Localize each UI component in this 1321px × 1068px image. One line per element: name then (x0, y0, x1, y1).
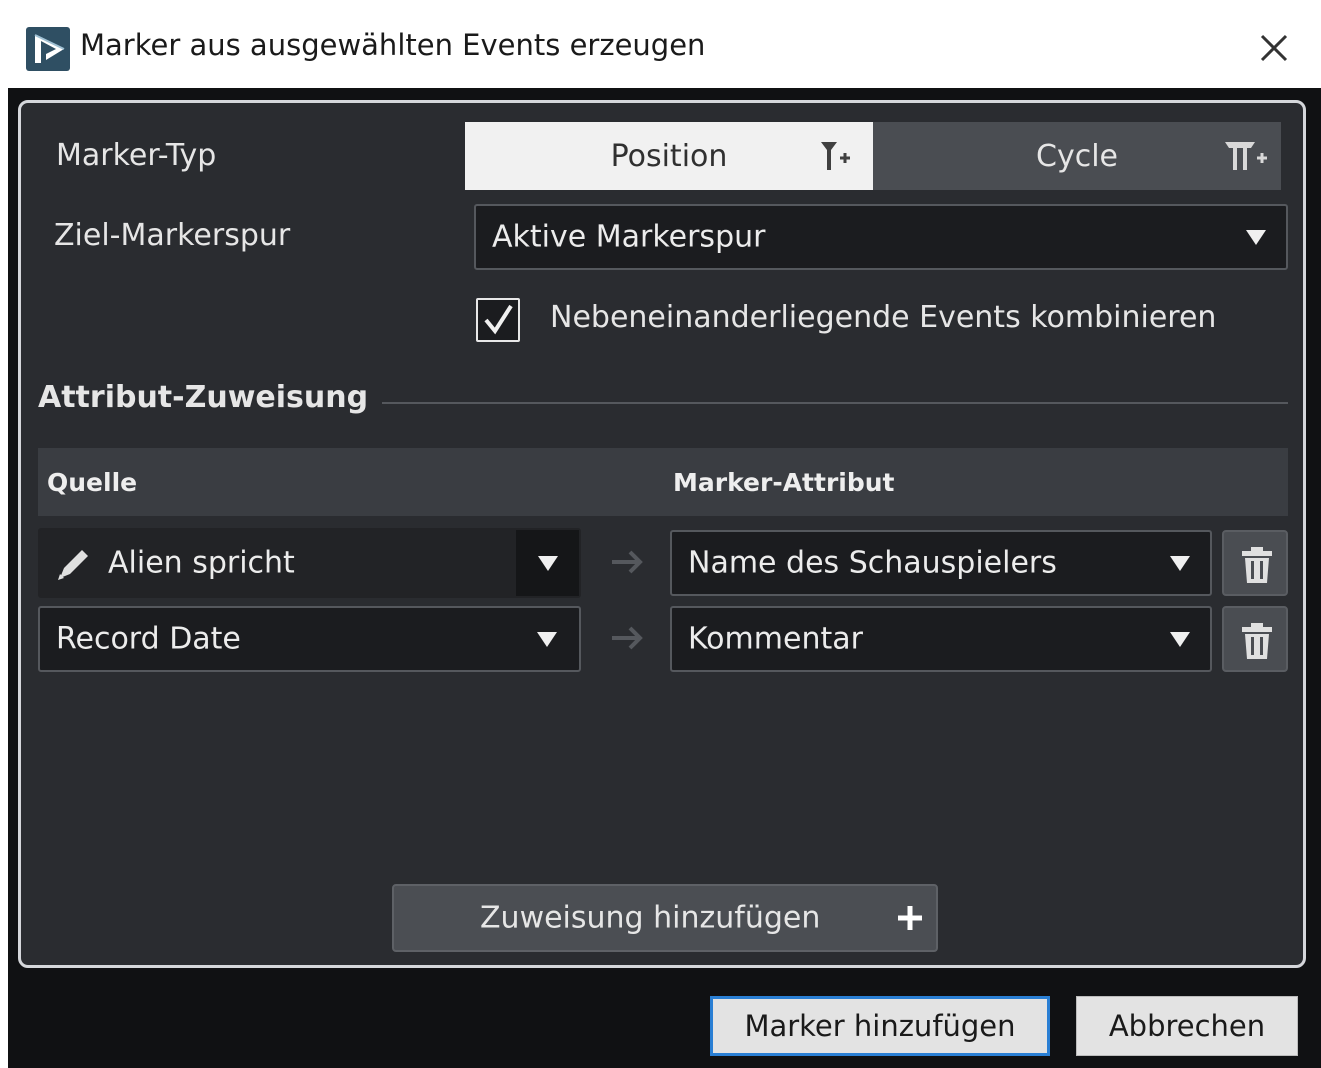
add-assignment-label: Zuweisung hinzufügen (480, 900, 821, 936)
marker-attribute-value-row-2: Kommentar (688, 621, 863, 657)
marker-type-label: Marker-Typ (56, 138, 217, 173)
target-track-label: Ziel-Markerspur (54, 218, 291, 253)
source-dropdown-button-row-1[interactable] (516, 530, 579, 596)
plus-icon (898, 906, 922, 930)
target-track-select[interactable]: Aktive Markerspur (474, 204, 1288, 270)
marker-attribute-column-header: Marker-Attribut (673, 468, 895, 497)
add-assignment-button[interactable]: Zuweisung hinzufügen (392, 884, 938, 952)
chevron-down-icon (538, 556, 558, 571)
window-title: Marker aus ausgewählten Events erzeugen (80, 28, 706, 62)
title-bar: Marker aus ausgewählten Events erzeugen (0, 0, 1321, 88)
app-logo-icon (26, 27, 70, 71)
pencil-icon (58, 550, 88, 580)
marker-attribute-value-row-1: Name des Schauspielers (688, 545, 1057, 581)
section-divider (382, 402, 1288, 404)
trash-icon (1242, 547, 1272, 583)
chevron-down-icon (537, 632, 557, 647)
chevron-down-icon (1170, 556, 1190, 571)
arrow-right-icon (612, 626, 643, 650)
close-icon (1260, 34, 1288, 62)
combine-events-checkbox[interactable] (476, 298, 520, 342)
checkmark-icon (484, 304, 513, 335)
marker-type-cycle-option[interactable]: Cycle (873, 122, 1281, 190)
cancel-button[interactable]: Abbrechen (1076, 996, 1298, 1056)
cycle-option-label: Cycle (1036, 138, 1118, 174)
source-value-row-2: Record Date (56, 621, 241, 657)
delete-row-1-button[interactable] (1222, 530, 1288, 596)
trash-icon (1242, 623, 1272, 659)
add-marker-button[interactable]: Marker hinzufügen (710, 996, 1050, 1056)
arrow-right-icon (612, 550, 643, 574)
combine-events-label: Nebeneinanderliegende Events kombinieren (550, 300, 1217, 335)
marker-type-position-option[interactable]: Position (465, 122, 873, 190)
marker-attribute-select-row-1[interactable]: Name des Schauspielers (670, 530, 1212, 596)
delete-row-2-button[interactable] (1222, 606, 1288, 672)
source-select-row-2[interactable]: Record Date (38, 606, 581, 672)
position-marker-icon (821, 142, 850, 170)
close-button[interactable] (1248, 22, 1300, 74)
marker-attribute-select-row-2[interactable]: Kommentar (670, 606, 1212, 672)
source-value-row-1: Alien spricht (108, 545, 295, 581)
source-column-header: Quelle (47, 468, 138, 497)
target-track-value: Aktive Markerspur (492, 219, 766, 255)
chevron-down-icon (1246, 230, 1266, 245)
chevron-down-icon (1170, 632, 1190, 647)
attribute-assignment-title: Attribut-Zuweisung (38, 380, 369, 415)
source-select-row-1[interactable]: Alien spricht (38, 528, 581, 598)
cycle-marker-icon (1225, 142, 1267, 170)
position-option-label: Position (610, 138, 728, 174)
attribute-table-header: Quelle Marker-Attribut (38, 448, 1288, 516)
